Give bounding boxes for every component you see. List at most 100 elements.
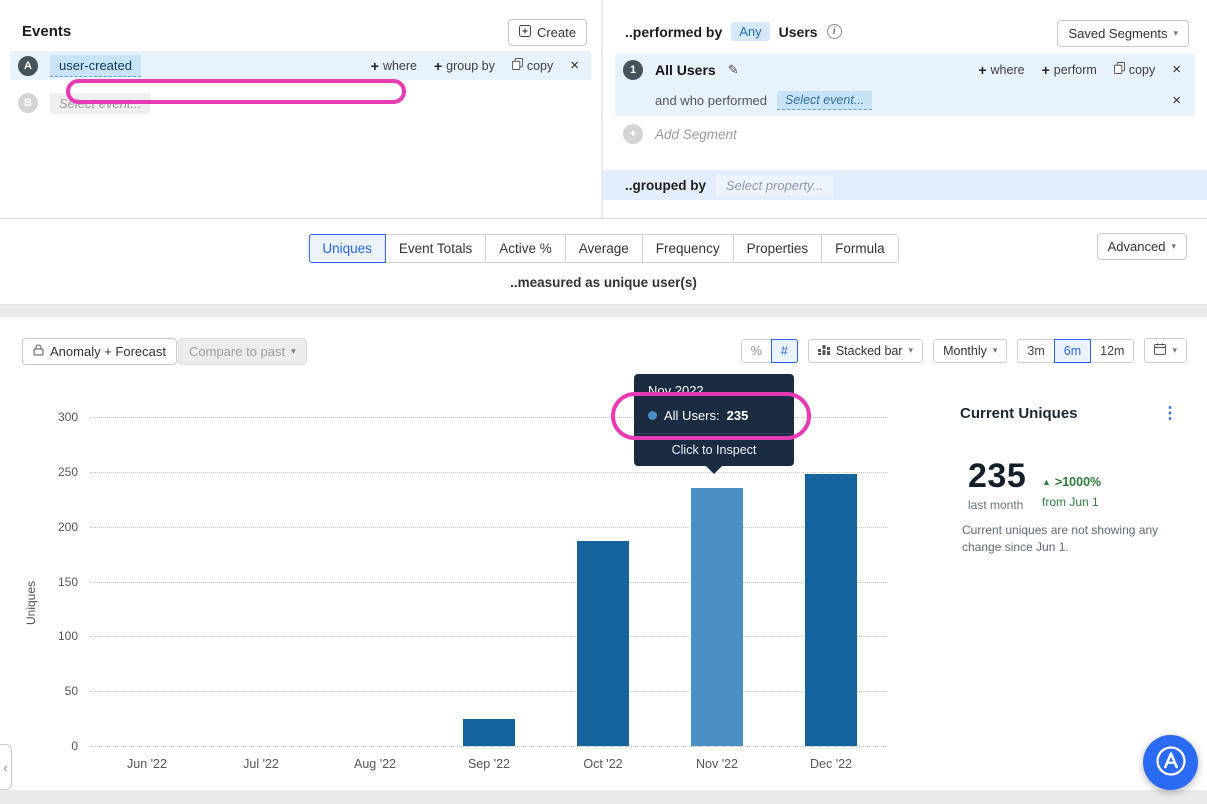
tab-formula[interactable]: Formula (821, 234, 899, 263)
gridline (90, 746, 888, 747)
measured-as-label: ..measured as unique user(s) (510, 275, 697, 290)
and-who-performed-label: and who performed (655, 93, 768, 108)
x-tick-label: Aug '22 (353, 757, 396, 771)
calendar-icon (1154, 343, 1167, 358)
event-letter-badge: A (18, 55, 38, 76)
copy-event-button[interactable]: copy (511, 58, 553, 73)
range-12m-button[interactable]: 12m (1090, 338, 1135, 363)
copy-icon (511, 58, 523, 73)
tab-average[interactable]: Average (564, 234, 643, 263)
x-tick-label: Sep '22 (467, 757, 510, 771)
tab-active[interactable]: Active % (485, 234, 566, 263)
click-to-inspect-button[interactable]: Click to Inspect (634, 434, 794, 466)
date-range-toggle: 3m 6m 12m (1017, 338, 1135, 363)
event-letter-badge: B (18, 93, 38, 113)
segment-name[interactable]: All Users (655, 62, 716, 78)
x-tick-label: Jun '22 (127, 757, 167, 771)
percent-toggle-button[interactable]: % (740, 338, 772, 363)
bar-sep-22[interactable] (463, 718, 515, 746)
remove-segment-button[interactable]: × (1172, 62, 1181, 77)
y-tick-label: 0 (71, 739, 78, 753)
advanced-button[interactable]: Advanced ▾ (1096, 233, 1187, 260)
chevron-down-icon: ▾ (992, 345, 998, 355)
chevron-down-icon: ▾ (1171, 241, 1176, 251)
value-format-toggle: % # (740, 338, 798, 363)
segment-select-event-placeholder[interactable]: Select event... (777, 91, 873, 110)
amplitude-chart-page: Events Create A user-created + where + g… (0, 0, 1207, 804)
chevron-down-icon: ▾ (1173, 28, 1178, 38)
segment-add-perform-button[interactable]: + perform (1042, 63, 1097, 77)
bar-oct-22[interactable] (577, 540, 629, 746)
bar-dec-22[interactable] (805, 474, 857, 746)
create-button[interactable]: Create (507, 19, 587, 46)
segment-add-where-button[interactable]: + where (978, 63, 1024, 77)
who-performed-row: and who performed Select event... × (615, 85, 1195, 116)
chart-right-controls: % # Stacked bar ▾ Monthly ▾ 3m 6m 12m ▾ (740, 338, 1187, 363)
tab-event-totals[interactable]: Event Totals (384, 234, 487, 263)
plot-area (90, 417, 888, 747)
create-chart-icon (518, 25, 531, 40)
select-event-placeholder[interactable]: Select event... (50, 92, 151, 114)
event-row-a[interactable]: A user-created + where + group by copy × (10, 51, 591, 80)
copy-segment-button[interactable]: copy (1113, 62, 1155, 77)
gridline (90, 526, 888, 528)
stacked-bar-icon (817, 344, 830, 358)
collapse-panel-button[interactable]: ‹ (0, 744, 12, 790)
add-segment-icon[interactable]: + (623, 124, 643, 144)
series-dot-icon (648, 411, 657, 420)
remove-who-performed-button[interactable]: × (1172, 93, 1181, 108)
x-tick-label: Oct '22 (583, 757, 623, 771)
users-label: Users (778, 23, 818, 40)
performed-by-label: ..performed by (625, 23, 723, 40)
chart-type-select[interactable]: Stacked bar ▾ (807, 338, 924, 363)
stats-menu-icon[interactable]: ⋮ (1162, 403, 1178, 423)
remove-event-button[interactable]: × (570, 58, 579, 73)
add-where-button[interactable]: + where (371, 59, 417, 73)
events-title: Events (22, 23, 72, 40)
x-tick-label: Dec '22 (810, 757, 852, 771)
gridline (90, 691, 888, 693)
select-property-placeholder[interactable]: Select property... (716, 174, 834, 196)
tab-properties[interactable]: Properties (732, 234, 823, 263)
compare-to-past-button[interactable]: Compare to past ▾ (178, 338, 307, 365)
current-uniques-value: 235 (968, 457, 1027, 495)
range-3m-button[interactable]: 3m (1017, 338, 1055, 363)
y-tick-label: 150 (57, 574, 78, 589)
edit-segment-icon[interactable]: ✎ (728, 62, 739, 78)
y-tick-label: 50 (64, 684, 78, 699)
tooltip-series-row: All Users: 235 (634, 403, 794, 433)
y-axis-labels: 0 50 100 150 200 250 300 (44, 410, 82, 753)
info-icon[interactable]: i (826, 24, 842, 39)
amplitude-assistant-button[interactable] (1143, 735, 1198, 790)
event-chip[interactable]: user-created (50, 54, 141, 77)
tab-frequency[interactable]: Frequency (641, 234, 734, 263)
measure-bar: Uniques Event Totals Active % Average Freque… (0, 219, 1207, 305)
chevron-down-icon: ▾ (1172, 345, 1177, 355)
any-selector[interactable]: Any (731, 22, 770, 41)
count-toggle-button[interactable]: # (770, 338, 798, 363)
current-uniques-period: last month (968, 498, 1024, 512)
date-picker-button[interactable]: ▾ (1144, 338, 1187, 363)
gridline (90, 581, 888, 583)
copy-icon (1113, 62, 1125, 77)
change-indicator: ▲ >1000% (1042, 475, 1101, 489)
segment-row[interactable]: 1 All Users ✎ + where + perform copy × (615, 54, 1195, 85)
interval-select[interactable]: Monthly ▾ (933, 338, 1008, 363)
anomaly-forecast-button[interactable]: Anomaly + Forecast (22, 338, 177, 365)
current-uniques-title: Current Uniques (960, 405, 1078, 422)
bar-nov-22[interactable] (691, 488, 743, 746)
range-6m-button[interactable]: 6m (1053, 338, 1092, 363)
y-tick-label: 300 (57, 410, 78, 424)
event-row-b[interactable]: B Select event... (10, 89, 151, 117)
add-group-by-button[interactable]: + group by (434, 59, 495, 73)
tab-uniques[interactable]: Uniques (308, 234, 386, 263)
saved-segments-button[interactable]: Saved Segments ▾ (1057, 20, 1189, 47)
chart-tooltip: Nov 2022 All Users: 235 Click to Inspect (634, 374, 794, 474)
change-since-label: from Jun 1 (1042, 495, 1099, 509)
add-segment-label[interactable]: Add Segment (655, 127, 737, 142)
gridline (90, 471, 888, 473)
x-tick-label: Nov '22 (696, 757, 738, 771)
performed-by-header: ..performed by Any Users i (625, 22, 842, 41)
add-segment-row[interactable]: + Add Segment (623, 124, 737, 144)
x-axis-labels: Jun '22 Jul '22 Aug '22 Sep '22 Oct '22 Nov '… (90, 757, 888, 775)
